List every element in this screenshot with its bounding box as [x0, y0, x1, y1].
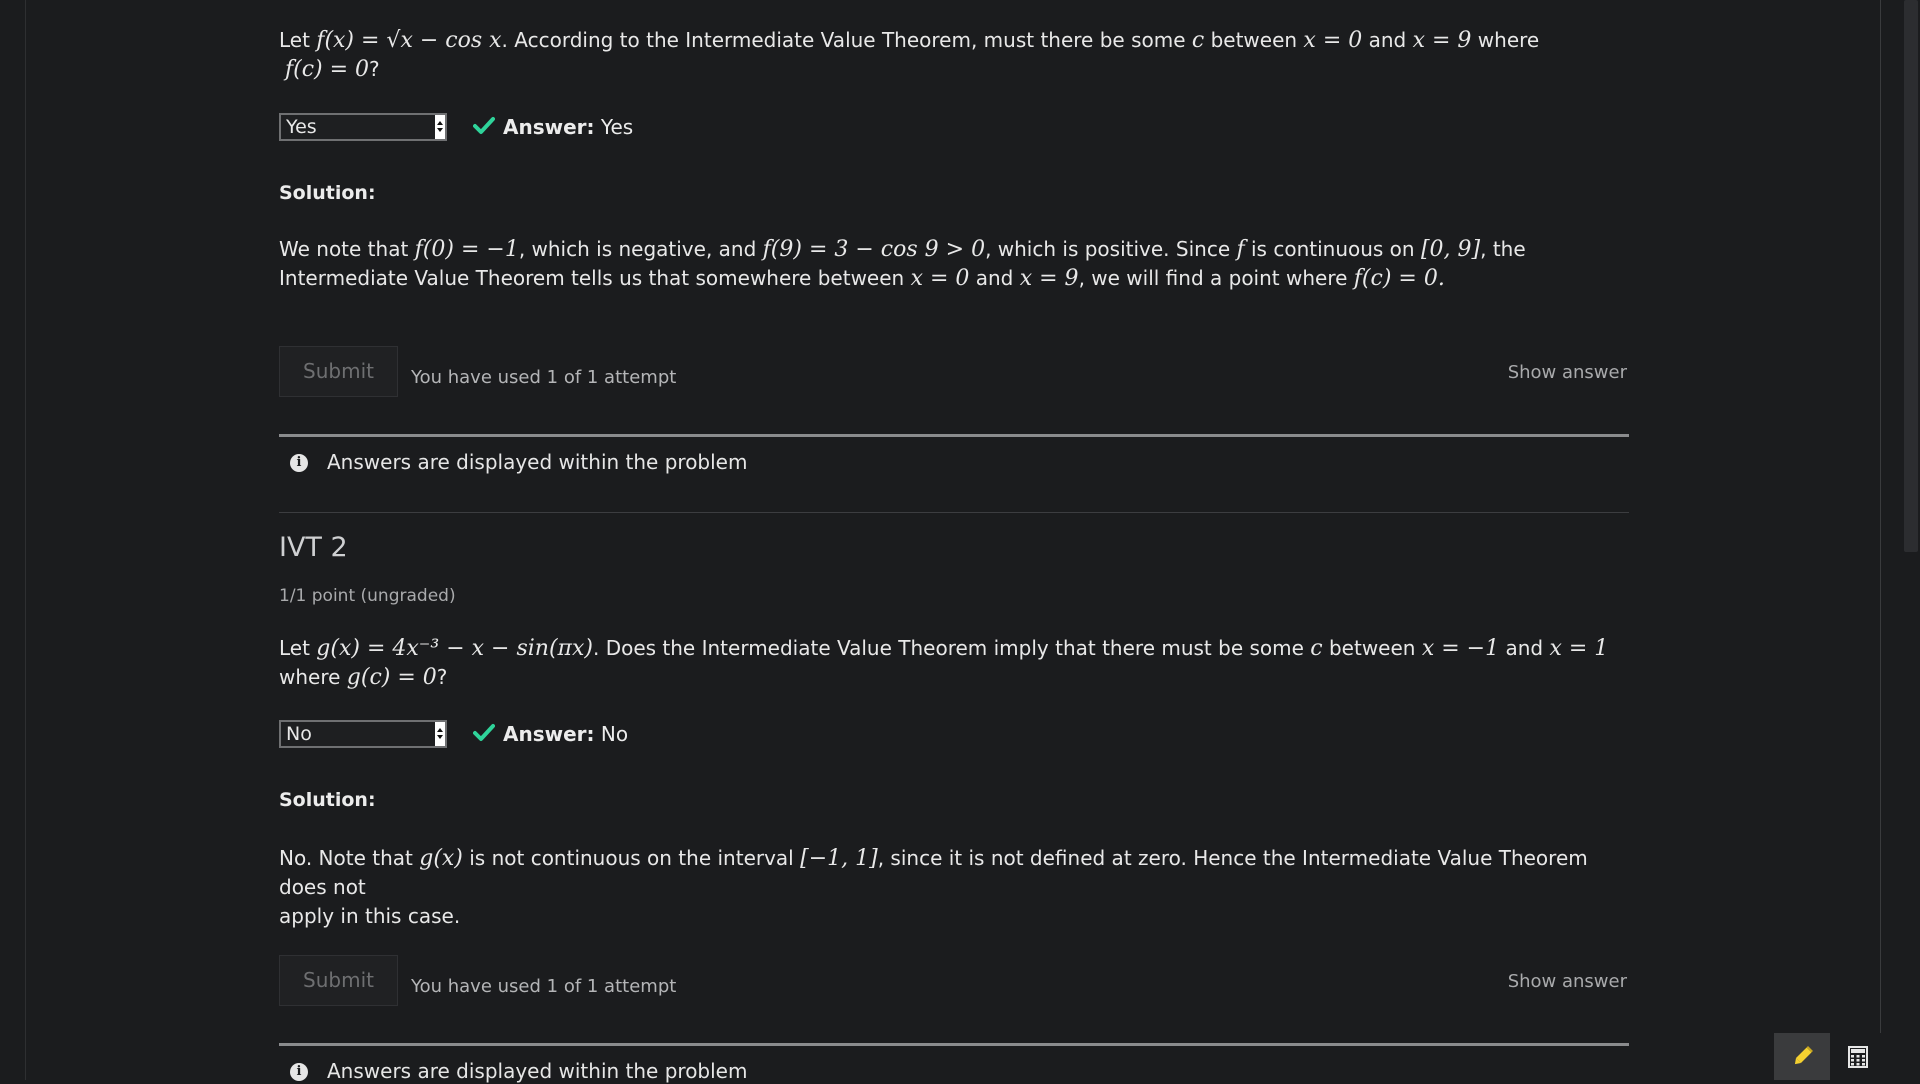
text-run: We note that: [279, 237, 415, 261]
math-expression: x = 0: [910, 266, 970, 291]
submit-button[interactable]: Submit: [279, 346, 398, 397]
pencil-icon: [1794, 1046, 1813, 1065]
text-run: between: [1322, 636, 1422, 660]
problem-ivt-2: IVT 2 1/1 point (ungraded) Let g(x) = 4x…: [279, 530, 1629, 1083]
solution-line: We note that f(0) = −1, which is negativ…: [279, 235, 1629, 264]
checkmark-icon: [473, 117, 495, 134]
math-expression: g(c) = 0: [346, 665, 437, 690]
notification-divider: [279, 434, 1629, 437]
submit-button[interactable]: Submit: [279, 955, 398, 1006]
answer-dropdown[interactable]: Yes: [279, 113, 447, 141]
attempts-text: You have used 1 of 1 attempt: [411, 976, 677, 997]
math-expression: [−1, 1]: [800, 846, 878, 871]
section-divider: [279, 512, 1629, 513]
attempts-text: You have used 1 of 1 attempt: [411, 367, 677, 388]
solution-text: No. Note that g(x) is not continuous on …: [279, 844, 1629, 931]
solution-text: We note that f(0) = −1, which is negativ…: [279, 235, 1629, 293]
text-run: Intermediate Value Theorem tells us that…: [279, 266, 911, 290]
problem-1-question: Let f(x) = √x − cos x. According to the …: [279, 28, 1540, 82]
math-expression: [0, 9]: [1420, 237, 1481, 262]
text-run: Let: [279, 636, 317, 660]
content-right-border: [1880, 0, 1881, 1080]
checkmark-icon: [473, 724, 495, 741]
text-run: No. Note that: [279, 846, 420, 870]
info-icon: i: [290, 1063, 308, 1081]
text-run: , we will find a point where: [1078, 266, 1354, 290]
math-expression: x = 1: [1549, 636, 1609, 661]
math-expression: f(0) = −1: [414, 237, 519, 262]
text-run: is continuous on: [1244, 237, 1421, 261]
text-run: , the: [1480, 237, 1526, 261]
text-run: . Does the Intermediate Value Theorem im…: [592, 636, 1311, 660]
show-answer-button[interactable]: Show answer: [1508, 971, 1627, 992]
math-expression: x = 9: [1019, 266, 1079, 291]
calculator-tool-button[interactable]: [1832, 1033, 1884, 1080]
text-run: , which is negative, and: [518, 237, 763, 261]
answer-display: Answer: No: [503, 722, 629, 746]
show-answer-button[interactable]: Show answer: [1508, 362, 1627, 383]
text-run: ?: [436, 665, 448, 689]
points-label: 1/1 point (ungraded): [279, 586, 456, 606]
math-expression: x = −1: [1421, 636, 1500, 661]
problem-2-question: Let g(x) = 4x⁻³ − x − sin(πx). Does the …: [279, 634, 1629, 692]
text-run: and: [969, 266, 1020, 290]
answer-display: Answer: Yes: [503, 115, 634, 139]
text-run: where: [279, 665, 347, 689]
math-expression: c: [1310, 636, 1323, 661]
math-expression: f(c) = 0.: [1353, 266, 1445, 291]
problem-title: IVT 2: [279, 532, 348, 563]
scrollbar-thumb[interactable]: [1904, 0, 1918, 552]
left-rail: [0, 0, 26, 1080]
text-run: is not continuous on the interval: [462, 846, 801, 870]
answer-dropdown[interactable]: No: [279, 720, 447, 748]
solution-heading: Solution:: [279, 182, 376, 204]
math-expression: g(x): [419, 846, 463, 871]
solution-heading: Solution:: [279, 789, 376, 811]
math-expression: g(x) = 4x⁻³ − x − sin(πx): [316, 636, 593, 661]
solution-line: apply in this case.: [279, 904, 461, 928]
answers-displayed-notice: Answers are displayed within the problem: [327, 1059, 748, 1083]
problem-ivt-1: Let f(x) = √x − cos x. According to the …: [279, 0, 1629, 540]
dropdown-arrow-icon: [435, 115, 445, 139]
answers-displayed-notice: Answers are displayed within the problem: [327, 450, 748, 474]
solution-line: Intermediate Value Theorem tells us that…: [279, 264, 1629, 293]
math-expression: f(9) = 3 − cos 9 > 0: [762, 237, 986, 262]
solution-line: No. Note that g(x) is not continuous on …: [279, 844, 1629, 902]
calculator-icon: [1848, 1046, 1868, 1068]
math-f-def: f(x) = √x − cos x: [316, 28, 502, 53]
info-icon: i: [290, 454, 308, 472]
notes-tool-button[interactable]: [1774, 1033, 1830, 1080]
text-run: , which is positive. Since: [985, 237, 1237, 261]
notification-divider: [279, 1043, 1629, 1046]
dropdown-arrow-icon: [435, 722, 445, 746]
math-expression: f: [1236, 237, 1245, 262]
text-run: and: [1499, 636, 1550, 660]
